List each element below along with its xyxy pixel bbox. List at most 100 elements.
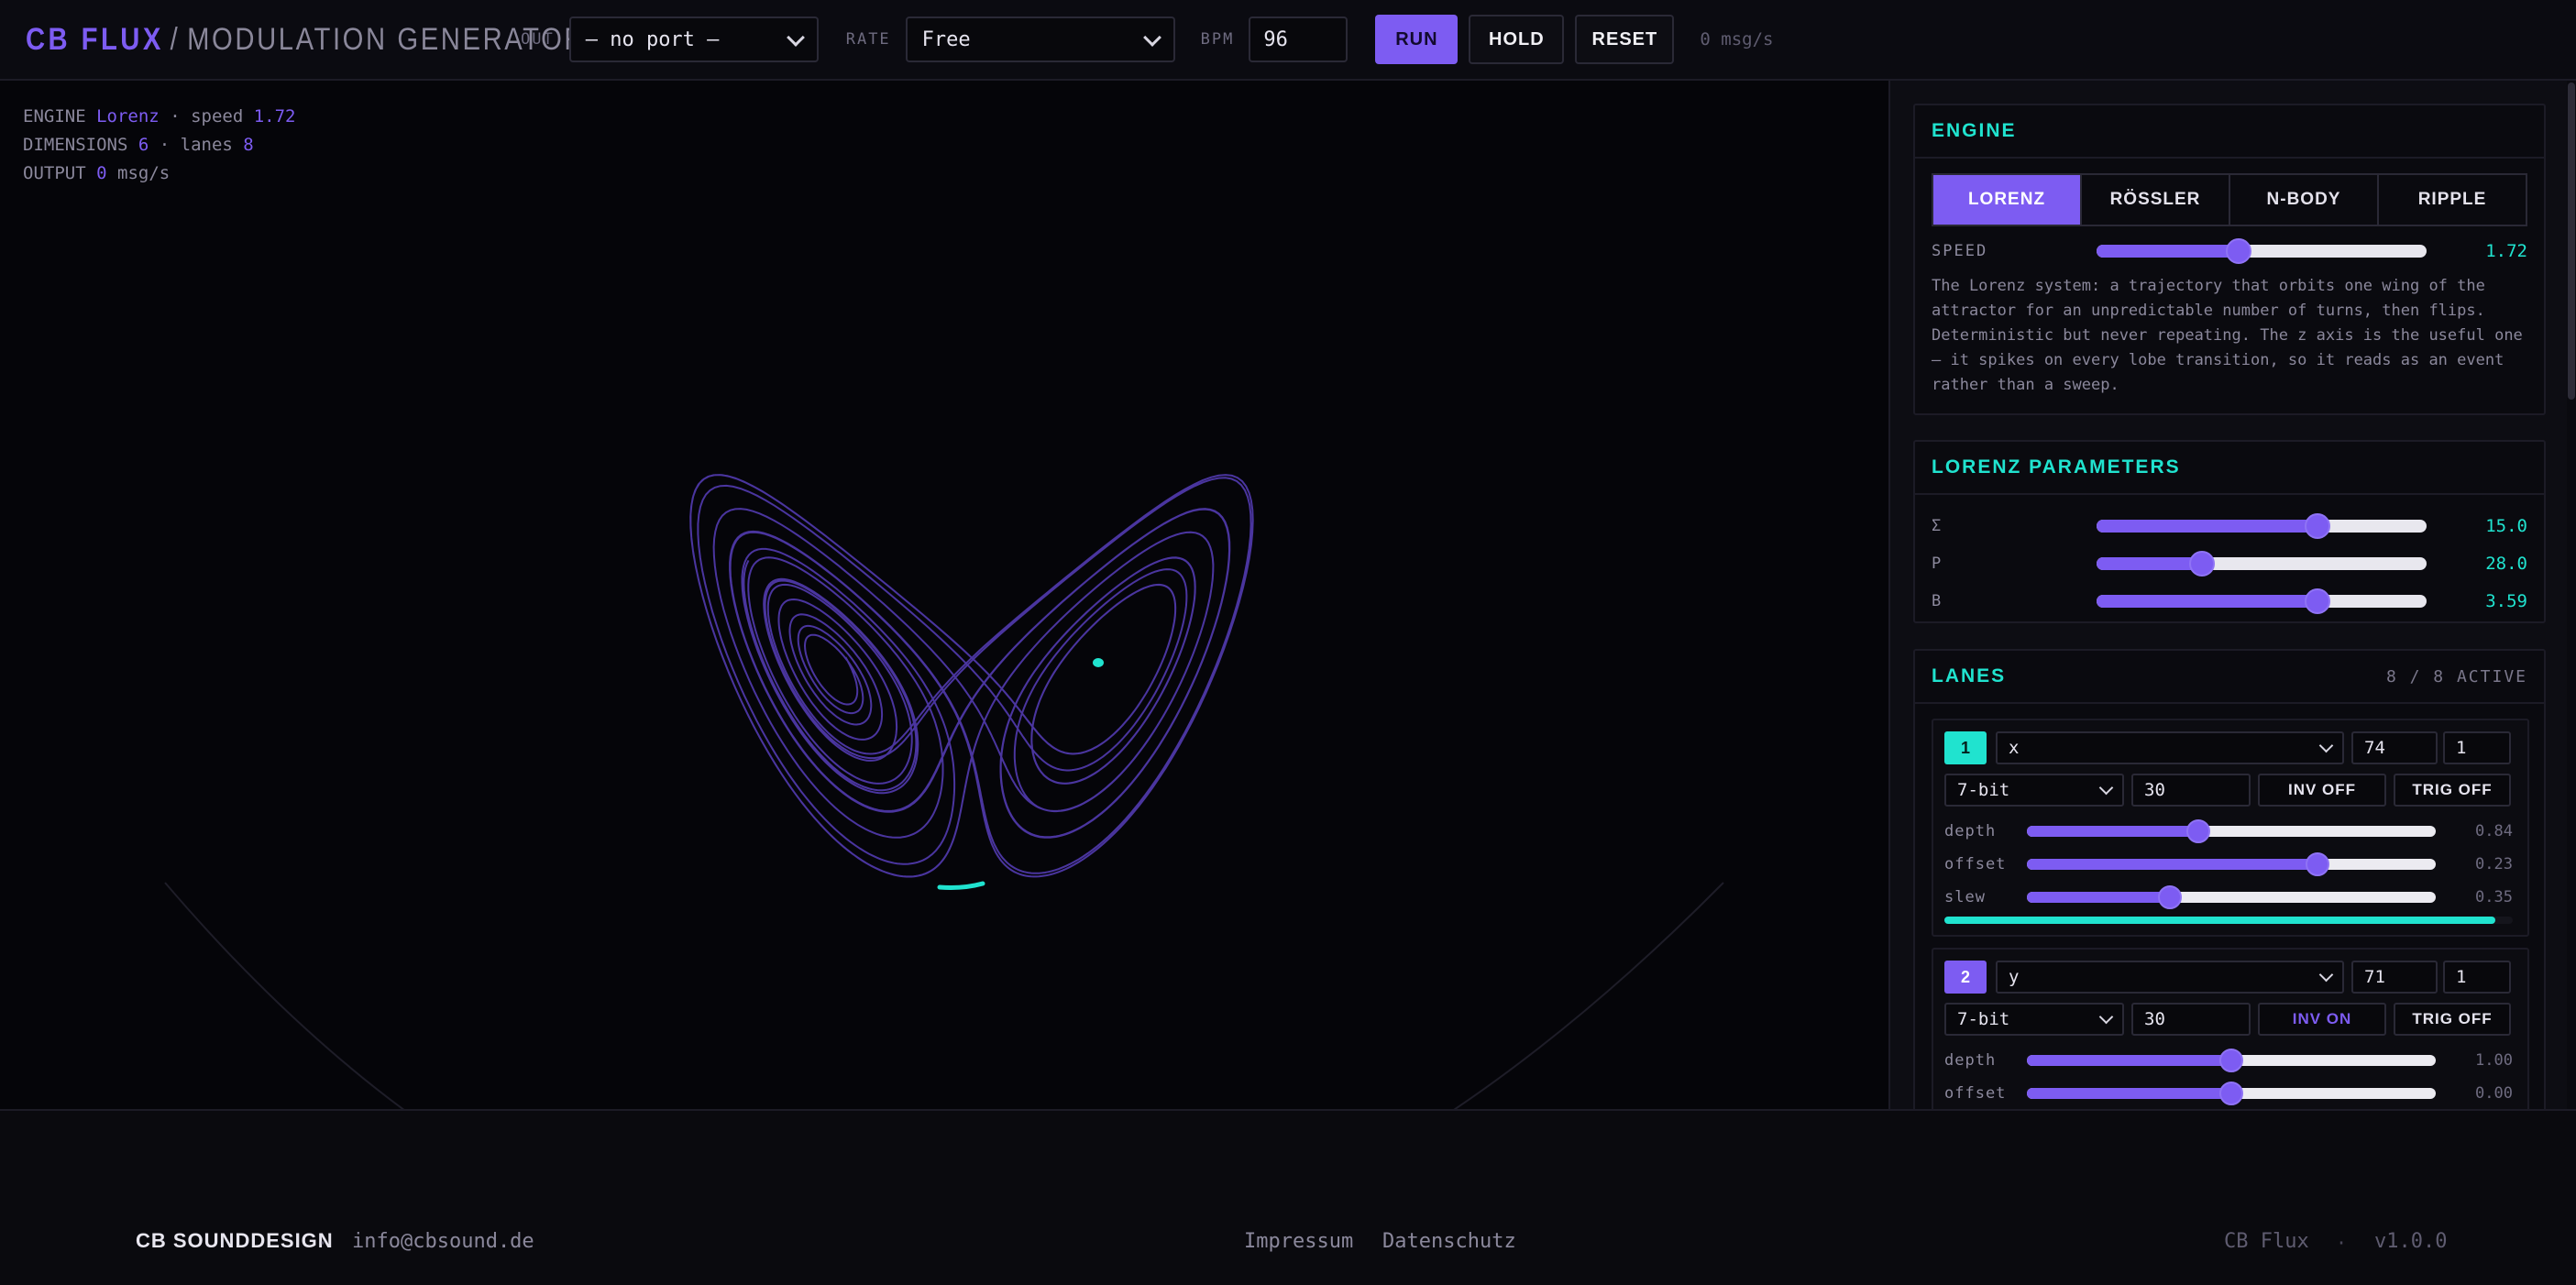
lane-offset-slider[interactable] [2027,852,2436,876]
slew-label: slew [1944,888,1986,906]
reset-button[interactable]: RESET [1575,15,1675,64]
scrollbar-thumb[interactable] [2568,82,2575,400]
chevron-down-icon [2318,738,2334,753]
sigma-slider[interactable] [2097,513,2427,539]
datenschutz-link[interactable]: Datenschutz [1382,1230,1516,1253]
offset-value: 0.00 [2475,1084,2513,1103]
lane-offset-slider[interactable] [2027,1082,2436,1105]
depth-label: depth [1944,822,1997,840]
slider-handle[interactable] [2305,852,2329,876]
brand-separator: / [170,21,182,57]
lane-source-value: y [2009,967,2020,987]
attractor-canvas [164,474,1724,1109]
lane-offset-row: offset 0.23 [1944,852,2513,876]
lane-1: 1 x 74 1 7-bit 30 INV OFF TRIG OFF depth… [1932,719,2529,937]
lane-channel-input[interactable]: 1 [2443,961,2511,994]
slider-handle[interactable] [2219,1082,2243,1105]
attractor-path [689,474,1254,878]
output-port-select[interactable]: — no port — [568,16,819,62]
trajectory-head-dot [1093,658,1104,667]
control-panel[interactable]: ENGINE LORENZ RÖSSLER N-BODY RIPPLE SPEE… [1888,81,2576,1109]
tab-n-body[interactable]: N-BODY [2230,175,2379,225]
lane-rate-input[interactable]: 30 [2131,1003,2251,1036]
lane-source-select[interactable]: x [1996,731,2344,764]
lanes-card-header: LANES 8 / 8 ACTIVE [1915,651,2544,704]
lorenz-trajectory [689,474,1254,878]
footer [0,1109,2576,1285]
beta-slider[interactable] [2097,588,2427,614]
slider-fill [2097,245,2239,258]
tab-rossler[interactable]: RÖSSLER [2082,175,2230,225]
offset-label: offset [1944,855,2007,873]
footer-separator: · [2336,1232,2348,1254]
lane-channel-input[interactable]: 1 [2443,731,2511,764]
slider-fill [2097,557,2203,570]
footer-email-link[interactable]: info@cbsound.de [352,1230,534,1253]
lane-number[interactable]: 1 [1944,731,1987,764]
param-label: Σ [1932,517,1943,535]
param-value: 28.0 [2485,554,2527,574]
lane-number[interactable]: 2 [1944,961,1987,994]
lane-invert-toggle[interactable]: INV OFF [2258,774,2386,807]
lane-invert-toggle[interactable]: INV ON [2258,1003,2386,1036]
engine-card: ENGINE LORENZ RÖSSLER N-BODY RIPPLE SPEE… [1913,104,2546,415]
footer-brand: CB SOUNDDESIGN [136,1229,334,1252]
lane-slew-slider[interactable] [2027,885,2436,909]
lane-depth-row: depth 1.00 [1944,1049,2513,1072]
hold-button[interactable]: HOLD [1469,15,1565,64]
engine-title: ENGINE [1932,120,2017,141]
rate-select[interactable]: Free [905,16,1175,62]
tab-ripple[interactable]: RIPPLE [2379,175,2526,225]
lane-depth-row: depth 0.84 [1944,819,2513,843]
lanes-card: LANES 8 / 8 ACTIVE 1 x 74 1 7-bit 30 INV… [1913,649,2546,1109]
panel-scrollbar[interactable] [2567,81,2576,1109]
parameters-card-header: LORENZ PARAMETERS [1915,442,2544,495]
speed-slider[interactable] [2097,238,2427,264]
lane-trigger-toggle[interactable]: TRIG OFF [2394,1003,2511,1036]
brand-subtitle: MODULATION GENERATOR [187,21,587,57]
lane-resolution-select[interactable]: 7-bit [1944,774,2124,807]
lane-depth-slider[interactable] [2027,819,2436,843]
slider-handle[interactable] [2219,1049,2243,1072]
impressum-link[interactable]: Impressum [1244,1230,1353,1253]
rho-slider[interactable] [2097,551,2427,577]
param-label: Ρ [1932,555,1943,573]
top-toolbar: CB FLUX / MODULATION GENERATOR OUT — no po… [0,0,2576,81]
run-button[interactable]: RUN [1375,15,1459,64]
lane-resolution-select[interactable]: 7-bit [1944,1003,2124,1036]
message-rate-readout: 0 msg/s [1700,29,1774,49]
slider-handle[interactable] [2158,885,2183,909]
tab-lorenz[interactable]: LORENZ [1933,175,2082,225]
offset-label: offset [1944,1084,2007,1103]
chevron-down-icon [1142,28,1161,47]
trajectory-shadow-mark [937,881,985,890]
slider-fill [2027,859,2317,870]
slider-handle[interactable] [2225,238,2251,264]
lane-resolution-value: 7-bit [1957,780,2010,800]
slider-handle[interactable] [2186,819,2211,843]
slider-handle[interactable] [2305,588,2331,614]
bpm-input[interactable]: 96 [1249,16,1349,62]
lanes-title: LANES [1932,665,2007,686]
lane-depth-slider[interactable] [2027,1049,2436,1072]
param-value: 15.0 [2485,516,2527,536]
lane-cc-input[interactable]: 74 [2351,731,2438,764]
lane-source-select[interactable]: y [1996,961,2344,994]
slider-fill [2097,520,2318,533]
slider-handle[interactable] [2305,513,2331,539]
slider-handle[interactable] [2189,551,2216,577]
attractor-visualizer: ENGINE Lorenz · speed 1.72 DIMENSIONS 6 … [0,81,1888,1109]
slider-fill [2027,826,2199,837]
lane-2: 2 y 71 1 7-bit 30 INV ON TRIG OFF depth … [1932,948,2529,1109]
param-row-rho: Ρ 28.0 [1932,550,2527,577]
lane-cc-input[interactable]: 71 [2351,961,2438,994]
engine-card-header: ENGINE [1915,105,2544,159]
chevron-down-icon [786,28,805,47]
lane-rate-input[interactable]: 30 [2131,774,2251,807]
lane-trigger-toggle[interactable]: TRIG OFF [2394,774,2511,807]
slider-fill [2027,1088,2231,1099]
param-row-beta: Β 3.59 [1932,588,2527,615]
param-row-sigma: Σ 15.0 [1932,512,2527,540]
chevron-down-icon [2098,780,2114,796]
parameters-card: LORENZ PARAMETERS Σ 15.0 Ρ 28.0 Β 3.59 [1913,440,2546,623]
